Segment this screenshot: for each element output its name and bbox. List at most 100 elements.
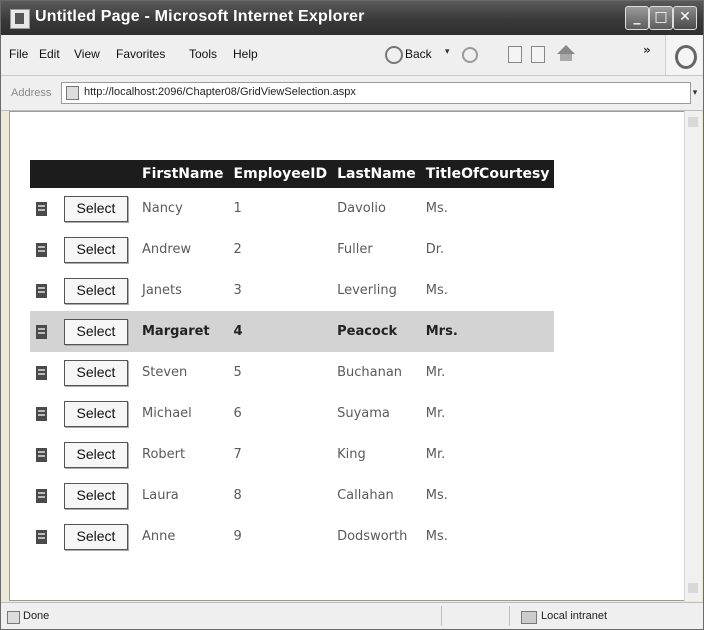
status-text: Done (23, 610, 50, 622)
select-button[interactable]: Select (64, 441, 128, 468)
cell-firstname: Laura (142, 488, 179, 503)
select-button[interactable]: Select (64, 277, 128, 304)
menu-tools[interactable]: Tools (189, 47, 217, 61)
address-dropdown-icon[interactable]: ▾ (689, 82, 701, 104)
toolbar-more-icon[interactable]: » (643, 43, 651, 57)
table-row-selected: Select Margaret 4 Peacock Mrs. (30, 311, 555, 352)
title-bar[interactable]: Untitled Page - Microsoft Internet Explo… (1, 1, 703, 35)
cell-titleofcourtesy: Mrs. (420, 311, 555, 352)
row-document-icon (36, 365, 47, 380)
row-document-icon (36, 447, 47, 462)
cell-firstname: Anne (142, 529, 176, 544)
cell-employeeid: 5 (233, 365, 242, 380)
cell-lastname: Dodsworth (337, 529, 408, 544)
select-button[interactable]: Select (64, 400, 128, 427)
cell-titleofcourtesy: Ms. (425, 529, 448, 544)
menu-favorites[interactable]: Favorites (116, 47, 165, 61)
ie-page-icon (10, 9, 30, 29)
scroll-up-icon[interactable] (688, 117, 698, 127)
select-button[interactable]: Select (64, 523, 128, 550)
table-row: Select Janets 3 Leverling Ms. (30, 270, 554, 311)
cell-titleofcourtesy: Dr. (425, 242, 445, 257)
back-arrow-icon[interactable] (385, 46, 403, 64)
menu-edit[interactable]: Edit (39, 47, 60, 61)
row-document-icon (36, 242, 47, 257)
menu-view[interactable]: View (74, 47, 100, 61)
select-button[interactable]: Select (64, 318, 128, 345)
row-document-icon (36, 488, 47, 503)
window-title: Untitled Page - Microsoft Internet Explo… (35, 8, 365, 25)
column-header-lastname[interactable]: LastName (332, 160, 421, 188)
select-button[interactable]: Select (64, 359, 128, 386)
table-row: Select Michael 6 Suyama Mr. (30, 393, 554, 434)
status-divider (509, 606, 510, 626)
cell-titleofcourtesy: Ms. (425, 488, 448, 503)
status-bar: Done Local intranet (1, 602, 703, 629)
select-button[interactable]: Select (64, 482, 128, 509)
column-header-titleofcourtesy[interactable]: TitleOfCourtesy (420, 160, 555, 188)
menu-bar: File Edit View Favorites Tools Help Back… (1, 35, 703, 76)
column-header-firstname[interactable]: FirstName (137, 160, 229, 188)
back-button-label[interactable]: Back (405, 47, 432, 61)
windows-logo-icon (665, 35, 702, 75)
row-document-icon (36, 201, 47, 216)
table-row: Select Robert 7 King Mr. (30, 434, 554, 475)
address-url[interactable]: http://localhost:2096/Chapter08/GridView… (84, 86, 356, 98)
maximize-button[interactable]: □ (649, 6, 673, 30)
scroll-down-icon[interactable] (688, 583, 698, 593)
cell-firstname: Andrew (142, 242, 192, 257)
grid-header-row: FirstName EmployeeID LastName TitleOfCou… (30, 160, 555, 188)
minimize-button[interactable]: _ (625, 6, 649, 30)
select-button[interactable]: Select (64, 236, 128, 263)
address-input[interactable]: http://localhost:2096/Chapter08/GridView… (61, 82, 691, 104)
forward-arrow-icon[interactable] (462, 47, 478, 63)
intranet-zone-icon (521, 611, 537, 624)
cell-lastname: Leverling (337, 283, 397, 298)
cell-lastname: Suyama (337, 406, 390, 421)
home-icon[interactable] (557, 45, 575, 61)
cell-lastname: Davolio (337, 201, 386, 216)
row-document-icon (36, 283, 47, 298)
cell-employeeid: 6 (233, 406, 242, 421)
vertical-scrollbar[interactable] (684, 111, 702, 601)
column-header-employeeid[interactable]: EmployeeID (228, 160, 333, 188)
cell-employeeid: 8 (233, 488, 242, 503)
menu-file[interactable]: File (9, 47, 28, 61)
refresh-icon[interactable] (531, 46, 545, 63)
row-document-icon (36, 529, 47, 544)
employee-grid: FirstName EmployeeID LastName TitleOfCou… (30, 160, 555, 557)
cell-employeeid: 2 (233, 242, 242, 257)
close-button[interactable]: ✕ (673, 6, 697, 30)
cell-titleofcourtesy: Mr. (425, 365, 446, 380)
select-button[interactable]: Select (64, 195, 128, 222)
table-row: Select Nancy 1 Davolio Ms. (30, 188, 554, 229)
browser-window: Untitled Page - Microsoft Internet Explo… (0, 0, 704, 630)
table-row: Select Anne 9 Dodsworth Ms. (30, 516, 554, 557)
zone-text: Local intranet (541, 610, 608, 622)
cell-lastname: Callahan (337, 488, 394, 503)
cell-firstname: Nancy (142, 201, 183, 216)
page-content: FirstName EmployeeID LastName TitleOfCou… (9, 111, 685, 601)
row-document-icon (36, 324, 47, 339)
status-divider (441, 606, 442, 626)
cell-employeeid: 1 (233, 201, 242, 216)
table-row: Select Andrew 2 Fuller Dr. (30, 229, 554, 270)
cell-employeeid: 9 (233, 529, 242, 544)
cell-lastname: Peacock (332, 311, 421, 352)
cell-firstname: Michael (142, 406, 192, 421)
table-row: Select Steven 5 Buchanan Mr. (30, 352, 554, 393)
stop-icon[interactable] (508, 46, 522, 63)
cell-firstname: Steven (142, 365, 188, 380)
row-document-icon (36, 406, 47, 421)
cell-titleofcourtesy: Mr. (425, 406, 446, 421)
menu-help[interactable]: Help (233, 47, 258, 61)
cell-lastname: King (337, 447, 366, 462)
cell-employeeid: 3 (233, 283, 242, 298)
cell-lastname: Buchanan (337, 365, 403, 380)
back-dropdown-icon[interactable]: ▾ (445, 47, 450, 57)
page-icon (66, 86, 79, 100)
cell-titleofcourtesy: Ms. (425, 283, 448, 298)
address-bar: Address http://localhost:2096/Chapter08/… (1, 76, 703, 111)
cell-titleofcourtesy: Ms. (425, 201, 448, 216)
cell-firstname: Robert (142, 447, 186, 462)
